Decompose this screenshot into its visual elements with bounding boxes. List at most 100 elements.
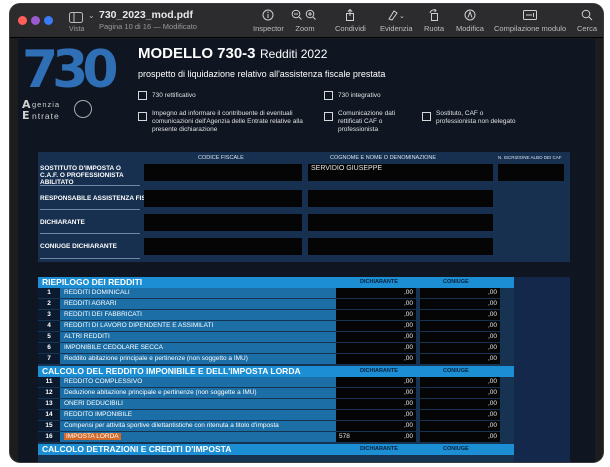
row-description: REDDITI DOMINICALI [60,288,336,298]
right-margin-panel [514,277,570,462]
dichiarante-value-field[interactable]: ,00 [336,399,416,409]
sostituto-checkbox[interactable] [422,112,431,121]
coniuge-value-field[interactable]: ,00 [420,399,500,409]
coniuge-value: ,00 [487,333,497,340]
rotate-button[interactable]: Ruota [424,9,444,33]
coniuge-value-field[interactable]: ,00 [420,299,500,309]
coniuge-name-field[interactable] [308,238,493,255]
dichiarante-value: ,00 [403,422,413,429]
coniuge-value: ,00 [487,289,497,296]
coniuge-value-field[interactable]: ,00 [420,288,500,298]
fill-form-button[interactable]: Compilazione modulo [494,9,566,33]
sostituto-name-value: SERVIDIO GIUSEPPE [311,165,383,172]
col-iscrizione: N. ISCRIZIONE ALBO DEI CAF [498,155,562,160]
agenzia-a-icon: A [22,98,31,109]
dichiarante-value-field[interactable]: ,00 [336,388,416,398]
dichiarante-value-field[interactable]: ,00 [336,343,416,353]
dichiarante-value: ,00 [403,389,413,396]
markup-icon [464,9,476,21]
coniuge-value-field[interactable]: ,00 [420,321,500,331]
row-number: 16 [38,432,60,442]
dichiarante-name-field[interactable] [308,214,493,231]
col-coniuge: CONIUGE [443,368,469,374]
coniuge-value-field[interactable]: ,00 [420,432,500,442]
row-number: 12 [38,388,60,398]
zoom-window-button[interactable] [44,16,53,25]
sostituto-cf-field[interactable] [144,164,302,181]
col-coniuge: CONIUGE [443,446,469,452]
responsabile-cf-field[interactable] [144,190,302,207]
dichiarante-value: ,00 [403,322,413,329]
logo-agenzia-text: genzia [32,100,61,109]
entrate-e-icon: E [22,109,30,120]
responsabile-name-field[interactable] [308,190,493,207]
dichiarante-value: ,00 [403,300,413,307]
dichiarante-value-field[interactable]: ,00 [336,421,416,431]
sidebar-icon [69,12,83,23]
col-dichiarante: DICHIARANTE [360,446,398,452]
coniuge-value-field[interactable]: ,00 [420,310,500,320]
dichiarante-value-field[interactable]: 578,00 [336,432,416,442]
share-label: Condividi [335,24,366,33]
rettificativo-checkbox[interactable] [138,91,147,100]
dichiarante-value-field[interactable]: ,00 [336,310,416,320]
share-button[interactable]: Condividi [335,9,366,33]
form-subtitle: prospetto di liquidazione relativo all'a… [138,69,386,79]
minimize-window-button[interactable] [31,16,40,25]
republic-emblem-icon [74,100,92,118]
coniuge-value-field[interactable]: ,00 [420,354,500,364]
row-divider [40,185,140,186]
section-title-calcolo-reddito: CALCOLO DEL REDDITO IMPONIBILE E DELL'IM… [42,366,301,376]
dichiarante-value-field[interactable]: ,00 [336,299,416,309]
row-description: REDDITI AGRARI [60,299,336,309]
highlight-button[interactable]: ⌄ Evidenzia [380,9,413,33]
zoom-icon [291,9,316,20]
row-description: REDDITI DI LAVORO DIPENDENTE E ASSIMILAT… [60,321,336,331]
row-number: 15 [38,421,60,431]
dichiarante-value-field[interactable]: ,00 [336,377,416,387]
document-title: 730_2023_mod.pdf [99,9,193,21]
markup-button[interactable]: Modifica [456,9,484,33]
pdf-page[interactable]: 730 A genzia E ntrate MODELLO 730-3 Redd… [18,39,595,462]
row-number: 11 [38,377,60,387]
dichiarante-value-field[interactable]: ,00 [336,354,416,364]
coniuge-value-field[interactable]: ,00 [420,388,500,398]
coniuge-value: ,00 [487,411,497,418]
iscrizione-field[interactable] [498,164,564,181]
highlighter-icon: ⌄ [388,10,405,21]
dichiarante-value-field[interactable]: ,00 [336,332,416,342]
zoom-button[interactable]: Zoom [291,9,319,33]
coniuge-value-field[interactable]: ,00 [420,332,500,342]
dichiarante-entered-value: 578 [339,433,350,440]
dichiarante-value-field[interactable]: ,00 [336,410,416,420]
coniuge-value-field[interactable]: ,00 [420,343,500,353]
inspector-button[interactable]: Inspector [253,9,284,33]
integrativo-checkbox[interactable] [324,91,333,100]
row-description: Deduzione abitazione principale e pertin… [60,388,336,398]
row-number: 6 [38,343,60,353]
sidebar-view-label: Vista [69,26,85,33]
coniuge-value-field[interactable]: ,00 [420,377,500,387]
row-number: 13 [38,399,60,409]
coniuge-value-field[interactable]: ,00 [420,410,500,420]
dichiarante-value-field[interactable]: ,00 [336,288,416,298]
coniuge-cf-field[interactable] [144,238,302,255]
dichiarante-cf-field[interactable] [144,214,302,231]
comunicazione-checkbox[interactable] [324,112,333,121]
coniuge-value: ,00 [487,378,497,385]
row-number: 4 [38,321,60,331]
row-description: ONERI DEDUCIBILI [60,399,336,409]
close-window-button[interactable] [18,16,27,25]
form-logo: 730 A genzia E ntrate [22,42,119,134]
inspector-label: Inspector [253,24,284,33]
row-number: 14 [38,410,60,420]
chevron-down-icon: ⌄ [88,11,95,20]
coniuge-value-field[interactable]: ,00 [420,421,500,431]
search-button[interactable]: Cerca [577,9,597,33]
logo-entrate-text: ntrate [32,111,60,121]
impegno-checkbox[interactable] [138,112,147,121]
form-fill-icon [523,10,538,20]
coniuge-value: ,00 [487,422,497,429]
dichiarante-value-field[interactable]: ,00 [336,321,416,331]
share-icon [346,9,355,21]
